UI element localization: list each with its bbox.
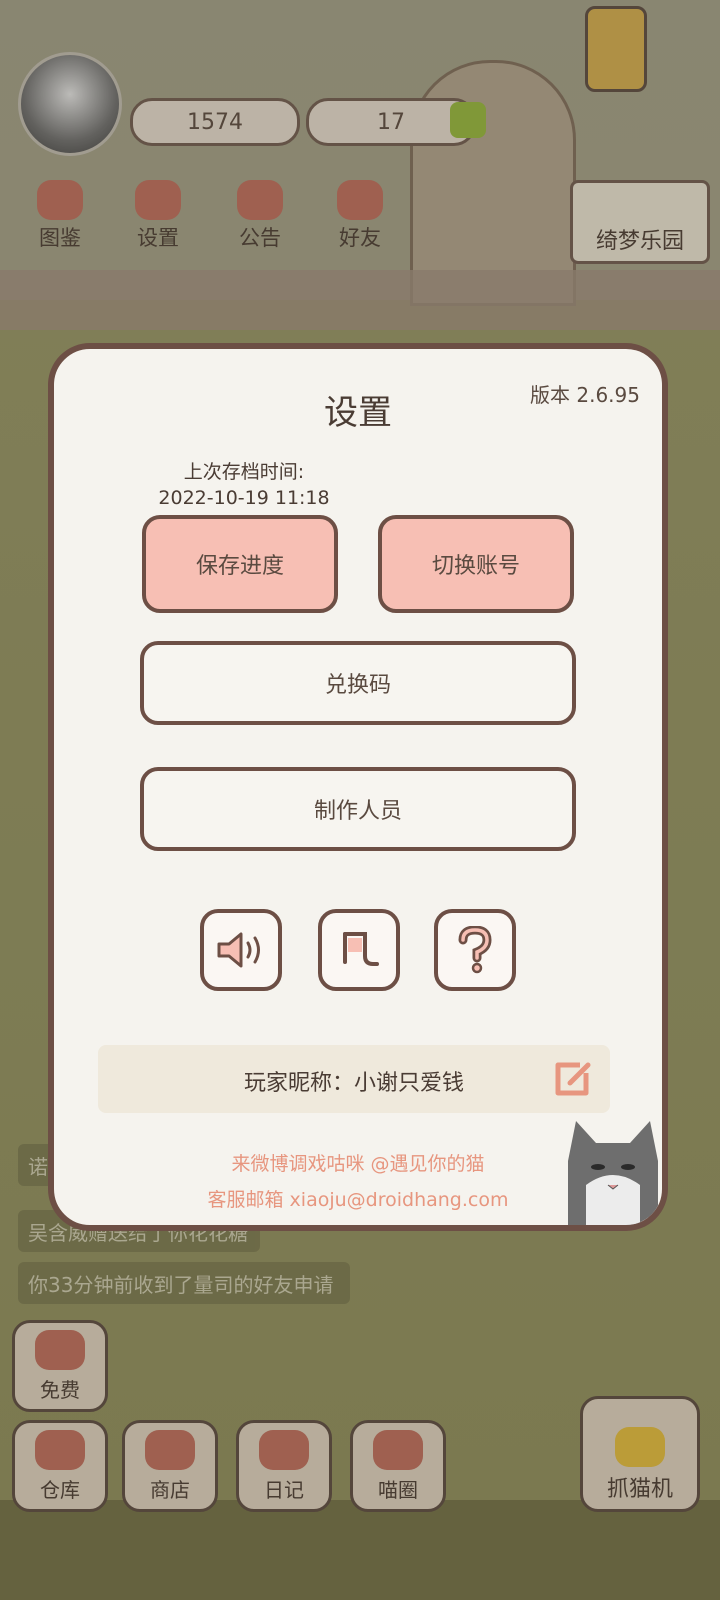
music-toggle-button[interactable] (318, 909, 400, 991)
music-note-icon (343, 932, 379, 966)
save-progress-button[interactable]: 保存进度 (142, 515, 338, 613)
edit-icon[interactable] (552, 1059, 592, 1099)
help-button[interactable] (434, 909, 516, 991)
speaker-icon (217, 932, 260, 968)
settings-dialog: 设置 版本 2.6.95 上次存档时间: 2022-10-19 11:18 保存… (48, 343, 668, 1231)
last-save-label: 上次存档时间: (183, 461, 305, 483)
switch-account-button[interactable]: 切换账号 (378, 515, 574, 613)
help-icon (458, 926, 492, 974)
nickname-bar: 玩家昵称：小谢只爱钱 (98, 1045, 610, 1113)
last-save-info: 上次存档时间: 2022-10-19 11:18 (134, 459, 354, 511)
redeem-code-button[interactable]: 兑换码 (140, 641, 576, 725)
credits-button[interactable]: 制作人员 (140, 767, 576, 851)
nickname-text: 玩家昵称：小谢只爱钱 (243, 1071, 464, 1096)
version-label: 版本 2.6.95 (530, 383, 640, 407)
sound-toggle-button[interactable] (200, 909, 282, 991)
last-save-time: 2022-10-19 11:18 (158, 487, 330, 509)
cat-photo (568, 1121, 658, 1225)
